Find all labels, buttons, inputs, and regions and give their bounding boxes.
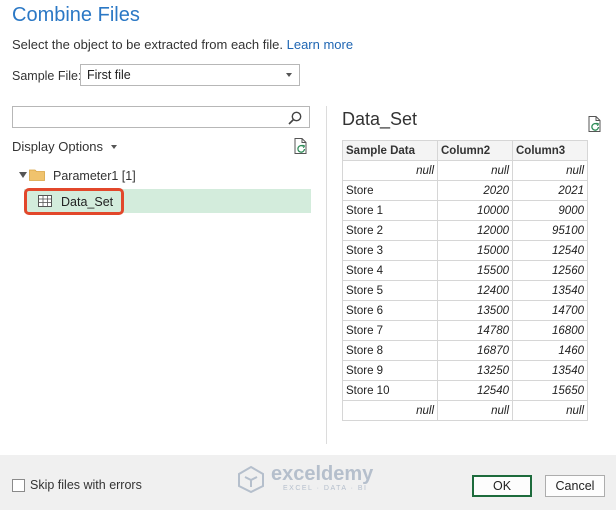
display-options-label: Display Options — [12, 139, 104, 154]
table-cell: Store 1 — [342, 200, 438, 221]
table-cell: Store 7 — [342, 320, 438, 341]
skip-errors-checkbox[interactable] — [12, 479, 25, 492]
table-row: Store 10 12540 15650 — [342, 380, 588, 401]
table-cell: 15000 — [437, 240, 513, 261]
table-cell: 14700 — [512, 300, 588, 321]
table-cell: 15650 — [512, 380, 588, 401]
table-row: Store 2020 2021 — [342, 180, 588, 201]
table-cell: 16870 — [437, 340, 513, 361]
table-cell: null — [512, 160, 588, 181]
table-row: Store 9 13250 13540 — [342, 360, 588, 381]
table-row: Store 3 15000 12540 — [342, 240, 588, 261]
tree-item-parameter1[interactable]: Parameter1 [1] — [53, 169, 136, 183]
table-cell: 14780 — [437, 320, 513, 341]
table-cell: 2021 — [512, 180, 588, 201]
column-header: Column2 — [437, 140, 513, 161]
table-cell: Store 9 — [342, 360, 438, 381]
table-row: Store 8 16870 1460 — [342, 340, 588, 361]
table-row: Store 5 12400 13540 — [342, 280, 588, 301]
display-options-menu[interactable]: Display Options — [12, 139, 118, 154]
table-cell: Store 5 — [342, 280, 438, 301]
table-cell: 1460 — [512, 340, 588, 361]
table-header-row: Sample Data Column2 Column3 — [342, 140, 588, 161]
folder-icon — [29, 169, 45, 181]
table-cell: 12540 — [437, 380, 513, 401]
chevron-down-icon — [111, 145, 118, 149]
table-cell: Store 6 — [342, 300, 438, 321]
table-cell: Store 10 — [342, 380, 438, 401]
table-row: Store 4 15500 12560 — [342, 260, 588, 281]
table-row: null null null — [342, 160, 588, 181]
table-cell: 12540 — [512, 240, 588, 261]
table-row: null null null — [342, 400, 588, 421]
panel-divider — [326, 106, 327, 444]
column-header: Column3 — [512, 140, 588, 161]
search-input[interactable] — [12, 106, 310, 128]
table-row: Store 6 13500 14700 — [342, 300, 588, 321]
table-cell: Store 3 — [342, 240, 438, 261]
table-cell: 95100 — [512, 220, 588, 241]
dialog-title: Combine Files — [12, 4, 140, 26]
skip-errors-label[interactable]: Skip files with errors — [30, 478, 142, 492]
table-cell: 9000 — [512, 200, 588, 221]
column-header: Sample Data — [342, 140, 438, 161]
ok-button[interactable]: OK — [472, 475, 532, 497]
table-cell: 12400 — [437, 280, 513, 301]
dialog-subtitle: Select the object to be extracted from e… — [12, 37, 353, 52]
refresh-icon[interactable] — [292, 137, 310, 155]
table-cell: Store 4 — [342, 260, 438, 281]
table-cell: 12560 — [512, 260, 588, 281]
table-cell: Store — [342, 180, 438, 201]
refresh-icon[interactable] — [586, 115, 604, 133]
table-cell: null — [342, 160, 438, 181]
selection-highlight-box — [24, 188, 124, 215]
subtitle-text: Select the object to be extracted from e… — [12, 37, 283, 52]
table-cell: null — [437, 400, 513, 421]
table-cell: null — [342, 400, 438, 421]
table-cell: null — [437, 160, 513, 181]
sample-file-dropdown[interactable]: First file — [80, 64, 300, 86]
chevron-down-icon — [286, 73, 292, 77]
table-cell: 10000 — [437, 200, 513, 221]
sample-file-label: Sample File: — [12, 69, 82, 83]
sample-file-value: First file — [87, 68, 131, 82]
table-cell: 12000 — [437, 220, 513, 241]
table-row: Store 7 14780 16800 — [342, 320, 588, 341]
watermark-subtext: EXCEL · DATA · BI — [283, 485, 368, 492]
table-cell: 2020 — [437, 180, 513, 201]
table-row: Store 2 12000 95100 — [342, 220, 588, 241]
watermark-text: exceldemy — [271, 463, 374, 485]
table-cell: null — [512, 400, 588, 421]
preview-table: Sample Data Column2 Column3 null null null… — [342, 140, 588, 421]
table-cell: 13500 — [437, 300, 513, 321]
search-icon[interactable] — [287, 110, 303, 126]
table-cell: 15500 — [437, 260, 513, 281]
learn-more-link[interactable]: Learn more — [287, 37, 353, 52]
table-cell: 13540 — [512, 280, 588, 301]
watermark-logo-icon — [238, 465, 264, 493]
cancel-button[interactable]: Cancel — [545, 475, 605, 497]
table-cell: Store 8 — [342, 340, 438, 361]
table-cell: 13250 — [437, 360, 513, 381]
table-row: Store 1 10000 9000 — [342, 200, 588, 221]
table-cell: 13540 — [512, 360, 588, 381]
preview-title: Data_Set — [342, 109, 418, 129]
tree-collapse-icon[interactable] — [19, 172, 27, 178]
table-cell: Store 2 — [342, 220, 438, 241]
table-cell: 16800 — [512, 320, 588, 341]
